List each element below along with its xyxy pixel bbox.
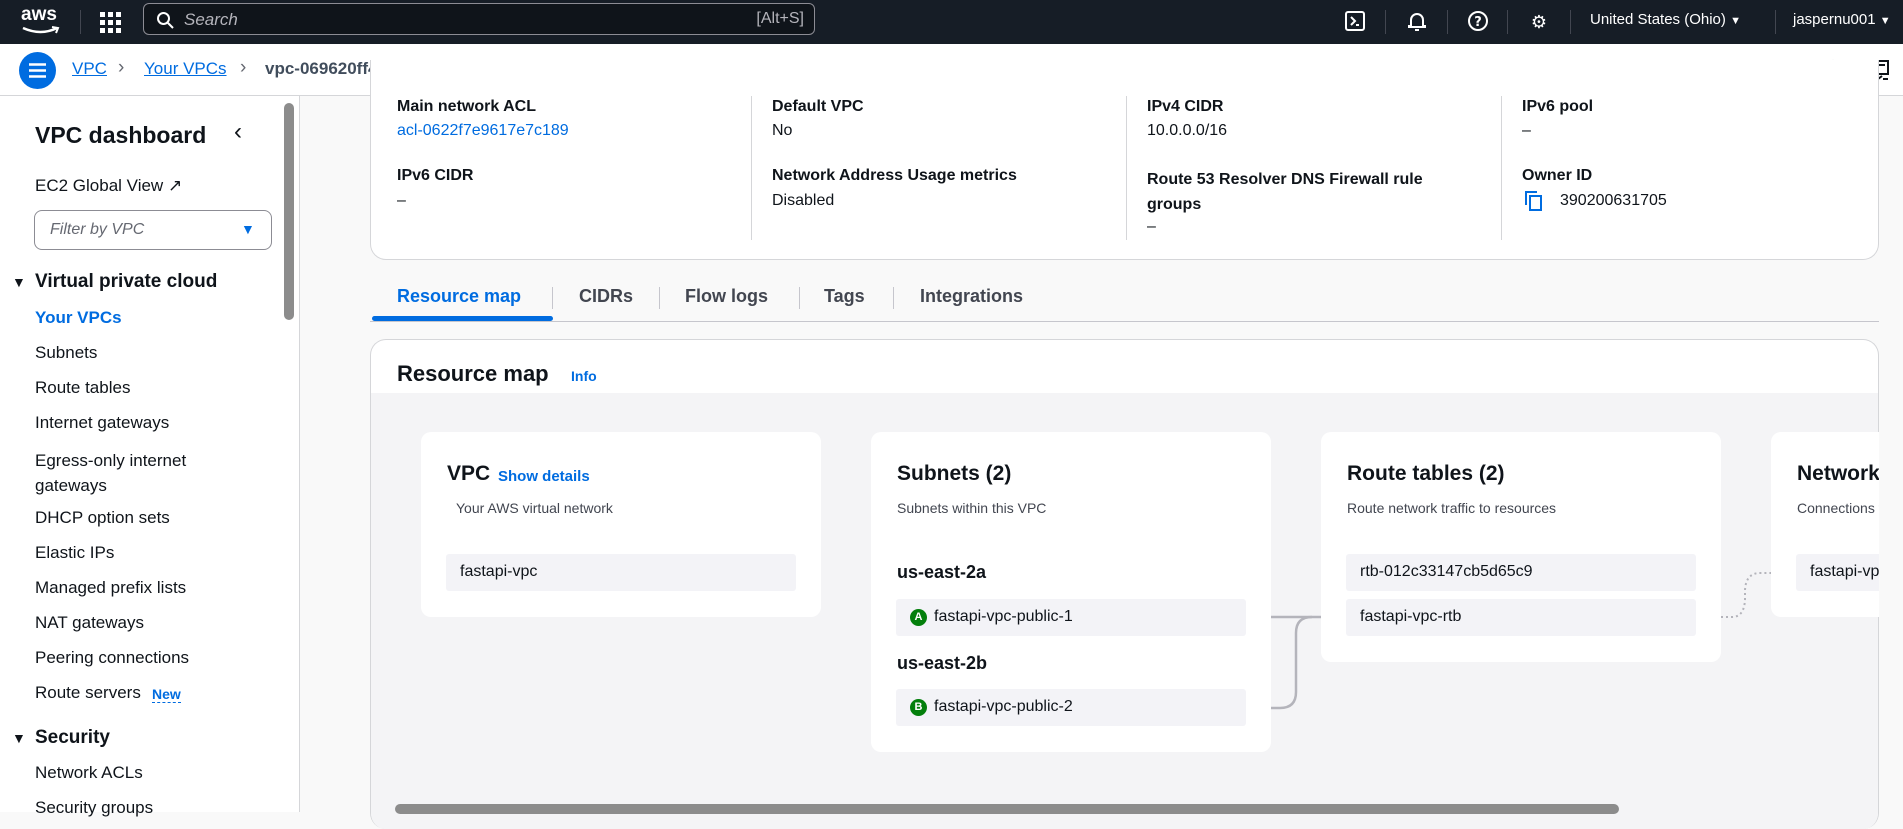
route-tables-resource-card: Route tables (2) Route network traffic t… <box>1321 432 1721 662</box>
route-table-item[interactable]: fastapi-vpc-rtb <box>1346 599 1696 636</box>
network-connections-card: Network connections Connections to other… <box>1771 432 1879 617</box>
az-label: us-east-2b <box>897 653 988 673</box>
subnets-resource-card: Subnets (2) Subnets within this VPC us-e… <box>871 432 1271 752</box>
vpc-resource-card: VPC Show details Your AWS virtual networ… <box>421 432 821 617</box>
subnet-item[interactable]: Bfastapi-vpc-public-2 <box>896 689 1246 726</box>
az-label: us-east-2a <box>897 562 987 582</box>
vpc-item[interactable]: fastapi-vpc <box>446 554 796 591</box>
network-connections-clip: Network connections Connections to other… <box>1771 432 1879 617</box>
route-table-item[interactable]: rtb-012c33147cb5d65c9 <box>1346 554 1696 591</box>
az-badge: B <box>910 699 927 716</box>
network-item[interactable]: fastapi-vpc-igw <box>1796 554 1879 591</box>
subnet-item[interactable]: Afastapi-vpc-public-1 <box>896 599 1246 636</box>
az-badge: A <box>910 609 927 626</box>
show-details-link[interactable]: Show details <box>498 468 590 485</box>
vpc-card-title: VPC <box>447 462 491 485</box>
horizontal-scrollbar[interactable] <box>395 804 1619 814</box>
